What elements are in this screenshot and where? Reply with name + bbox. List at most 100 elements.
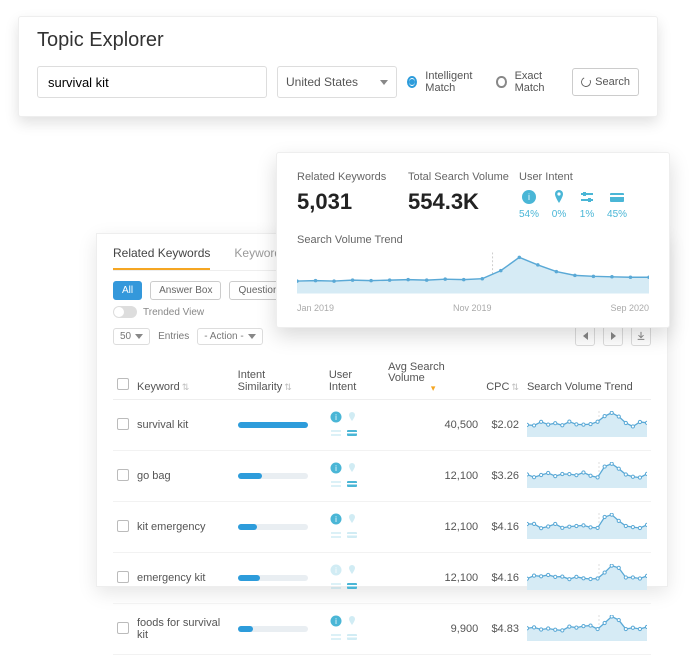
- cell-intent: i: [325, 604, 384, 655]
- cell-intent: i: [325, 553, 384, 604]
- sliders-icon: [579, 189, 595, 205]
- col-avg-volume: Avg Search Volume▾: [384, 356, 482, 400]
- table-row: go bagi12,100$3.26: [113, 451, 651, 502]
- trended-toggle[interactable]: [113, 306, 137, 318]
- intent-info: i 54%: [519, 189, 539, 220]
- country-select[interactable]: United States: [277, 66, 397, 98]
- svg-text:i: i: [335, 464, 337, 473]
- page-next-button[interactable]: [603, 326, 623, 346]
- keyword-input[interactable]: [37, 66, 267, 98]
- action-select[interactable]: - Action -: [197, 328, 262, 345]
- stat-label: User Intent: [519, 171, 649, 183]
- cell-volume: 12,100: [384, 502, 482, 553]
- card-icon: [345, 426, 359, 440]
- cell-intent: i: [325, 502, 384, 553]
- country-value: United States: [286, 75, 358, 89]
- search-button-label: Search: [595, 76, 630, 88]
- cell-intent: i: [325, 400, 384, 451]
- cell-similarity: [234, 502, 325, 553]
- filter-answer-box[interactable]: Answer Box: [150, 281, 221, 300]
- card-icon: [345, 630, 359, 644]
- table-row: kit emergency i 12,100$4.16: [113, 502, 651, 553]
- download-button[interactable]: [631, 326, 651, 346]
- row-checkbox[interactable]: [117, 520, 129, 532]
- cell-cpc: $3.26: [482, 451, 523, 502]
- search-button[interactable]: Search: [572, 68, 639, 96]
- info-icon: i: [329, 410, 343, 424]
- download-icon: [636, 331, 646, 341]
- select-all-checkbox[interactable]: [117, 378, 129, 390]
- sliders-icon: [329, 426, 343, 440]
- cell-volume: 12,100: [384, 451, 482, 502]
- entries-value: 50: [120, 331, 131, 342]
- radio-exact[interactable]: [496, 76, 506, 88]
- col-intent-similarity: Intent Similarity⇅: [234, 356, 325, 400]
- cell-intent: i: [325, 451, 384, 502]
- stat-user-intent: User Intent i 54% 0% 1% 45%: [519, 171, 649, 220]
- col-keyword: Keyword⇅: [133, 356, 234, 400]
- chevron-down-icon: [135, 334, 143, 339]
- toggle-knob: [114, 307, 124, 317]
- keywords-table: Keyword⇅ Intent Similarity⇅ User Intent …: [113, 356, 651, 655]
- row-checkbox[interactable]: [117, 622, 129, 634]
- svg-text:i: i: [335, 413, 337, 422]
- tab-related-keywords[interactable]: Related Keywords: [113, 246, 210, 270]
- card-icon: [609, 189, 625, 205]
- col-user-intent: User Intent: [325, 356, 384, 400]
- pin-icon: [345, 410, 359, 424]
- trend-chart: [297, 252, 649, 294]
- pin-icon: [345, 461, 359, 475]
- radio-intelligent[interactable]: [407, 76, 417, 88]
- cell-keyword: emergency kit: [133, 553, 234, 604]
- stat-value: 554.3K: [408, 189, 519, 215]
- filter-all[interactable]: All: [113, 281, 142, 300]
- cell-keyword: kit emergency: [133, 502, 234, 553]
- chevron-down-icon: [380, 80, 388, 85]
- cell-volume: 40,500: [384, 400, 482, 451]
- refresh-icon: [580, 76, 593, 89]
- info-icon: i: [329, 512, 343, 526]
- stat-related-keywords: Related Keywords 5,031: [297, 171, 408, 220]
- cell-volume: 12,100: [384, 553, 482, 604]
- cell-trend: [523, 604, 651, 655]
- pin-icon: [551, 189, 567, 205]
- cell-similarity: [234, 400, 325, 451]
- row-checkbox[interactable]: [117, 418, 129, 430]
- col-cpc: CPC⇅: [482, 356, 523, 400]
- cell-cpc: $4.16: [482, 502, 523, 553]
- cell-cpc: $2.02: [482, 400, 523, 451]
- row-checkbox[interactable]: [117, 571, 129, 583]
- row-checkbox[interactable]: [117, 469, 129, 481]
- page-prev-button[interactable]: [575, 326, 595, 346]
- pin-icon: [345, 512, 359, 526]
- search-row: United States Intelligent Match Exact Ma…: [37, 66, 639, 98]
- sliders-icon: [329, 630, 343, 644]
- summary-card: Related Keywords 5,031 Total Search Volu…: [276, 152, 670, 328]
- cell-trend: [523, 553, 651, 604]
- chevron-left-icon: [583, 332, 588, 340]
- radio-exact-label: Exact Match: [515, 70, 563, 94]
- table-row: survival kiti40,500$2.02: [113, 400, 651, 451]
- cell-volume: 9,900: [384, 604, 482, 655]
- card-icon: [345, 477, 359, 491]
- table-row: foods for survival kit i 9,900$4.83: [113, 604, 651, 655]
- sliders-icon: [329, 477, 343, 491]
- intent-compare: 1%: [579, 189, 595, 220]
- entries-label: Entries: [158, 331, 189, 342]
- info-icon: i: [329, 461, 343, 475]
- trend-label: Search Volume Trend: [297, 234, 649, 246]
- table-row: emergency kiti12,100$4.16: [113, 553, 651, 604]
- trend-axis: Jan 2019 Nov 2019 Sep 2020: [297, 303, 649, 313]
- cell-similarity: [234, 604, 325, 655]
- cell-cpc: $4.83: [482, 604, 523, 655]
- info-icon: i: [329, 614, 343, 628]
- svg-text:i: i: [335, 566, 337, 575]
- chevron-down-icon: [248, 334, 256, 339]
- sliders-icon: [329, 528, 343, 542]
- cell-keyword: foods for survival kit: [133, 604, 234, 655]
- pin-icon: [345, 563, 359, 577]
- page-title: Topic Explorer: [37, 29, 639, 52]
- trended-toggle-label: Trended View: [143, 307, 204, 318]
- entries-select[interactable]: 50: [113, 328, 150, 345]
- stat-label: Total Search Volume: [408, 171, 519, 183]
